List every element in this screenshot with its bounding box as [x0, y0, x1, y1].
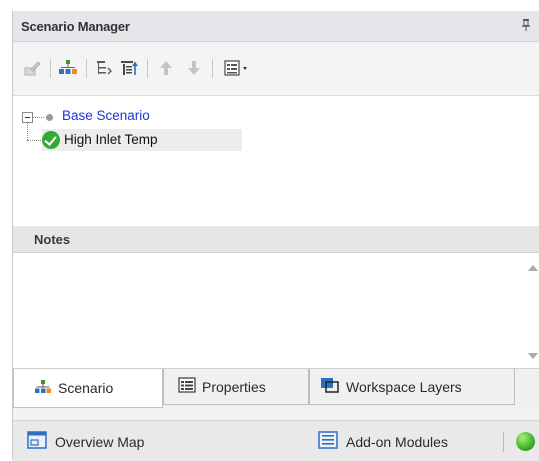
scenario-manager-panel: Scenario Manager Base Scenario High Inle…	[12, 11, 539, 461]
tab-workspace-layers[interactable]: Workspace Layers	[309, 369, 515, 405]
status-bar: Overview Map Add-on Modules	[13, 420, 539, 461]
tree-item-high-inlet-temp[interactable]: High Inlet Temp	[42, 129, 242, 151]
base-scenario-bullet-icon	[46, 114, 53, 121]
tab-scenario[interactable]: Scenario	[13, 369, 163, 408]
status-indicator-icon[interactable]	[516, 432, 535, 451]
tab-scenario-label: Scenario	[58, 380, 114, 396]
overview-map-label: Overview Map	[55, 433, 145, 450]
scroll-up-arrow-icon[interactable]	[528, 265, 538, 271]
child-scenario-label: High Inlet Temp	[64, 132, 158, 147]
expand-tree-icon[interactable]	[93, 57, 115, 79]
properties-grid-icon	[178, 377, 196, 396]
tab-workspace-layers-label: Workspace Layers	[346, 378, 462, 395]
base-scenario-item[interactable]: Base Scenario	[62, 108, 150, 123]
pin-icon[interactable]	[522, 19, 530, 34]
overview-map-button[interactable]: Overview Map	[27, 431, 144, 452]
scenario-tree-icon	[34, 379, 52, 398]
scenario-toolbar	[13, 42, 539, 94]
scenario-tree: Base Scenario High Inlet Temp	[13, 95, 539, 227]
addon-modules-icon	[318, 431, 338, 452]
move-down-arrow-icon[interactable]	[183, 57, 205, 79]
panel-title: Scenario Manager	[21, 19, 130, 34]
collapse-toggle-icon[interactable]	[22, 112, 33, 123]
addon-modules-button[interactable]: Add-on Modules	[318, 431, 448, 452]
scroll-down-arrow-icon[interactable]	[528, 353, 538, 359]
move-up-arrow-icon[interactable]	[155, 57, 177, 79]
add-child-scenario-icon[interactable]	[57, 57, 79, 79]
addon-modules-label: Add-on Modules	[346, 433, 448, 450]
panel-tabs: Scenario Properties Workspace Layers	[13, 369, 539, 409]
workspace-layers-icon	[320, 377, 340, 396]
edit-scenario-icon[interactable]	[21, 57, 43, 79]
overview-map-icon	[27, 431, 47, 452]
tab-properties-label: Properties	[202, 378, 266, 395]
tab-properties[interactable]: Properties	[163, 369, 309, 405]
panel-title-bar: Scenario Manager	[13, 11, 539, 42]
notes-header: Notes	[13, 226, 539, 253]
notes-title: Notes	[34, 232, 71, 247]
notes-textarea[interactable]	[13, 253, 539, 369]
view-options-dropdown-icon[interactable]	[221, 57, 255, 79]
check-circle-icon	[42, 131, 60, 149]
collapse-tree-icon[interactable]	[119, 57, 141, 79]
